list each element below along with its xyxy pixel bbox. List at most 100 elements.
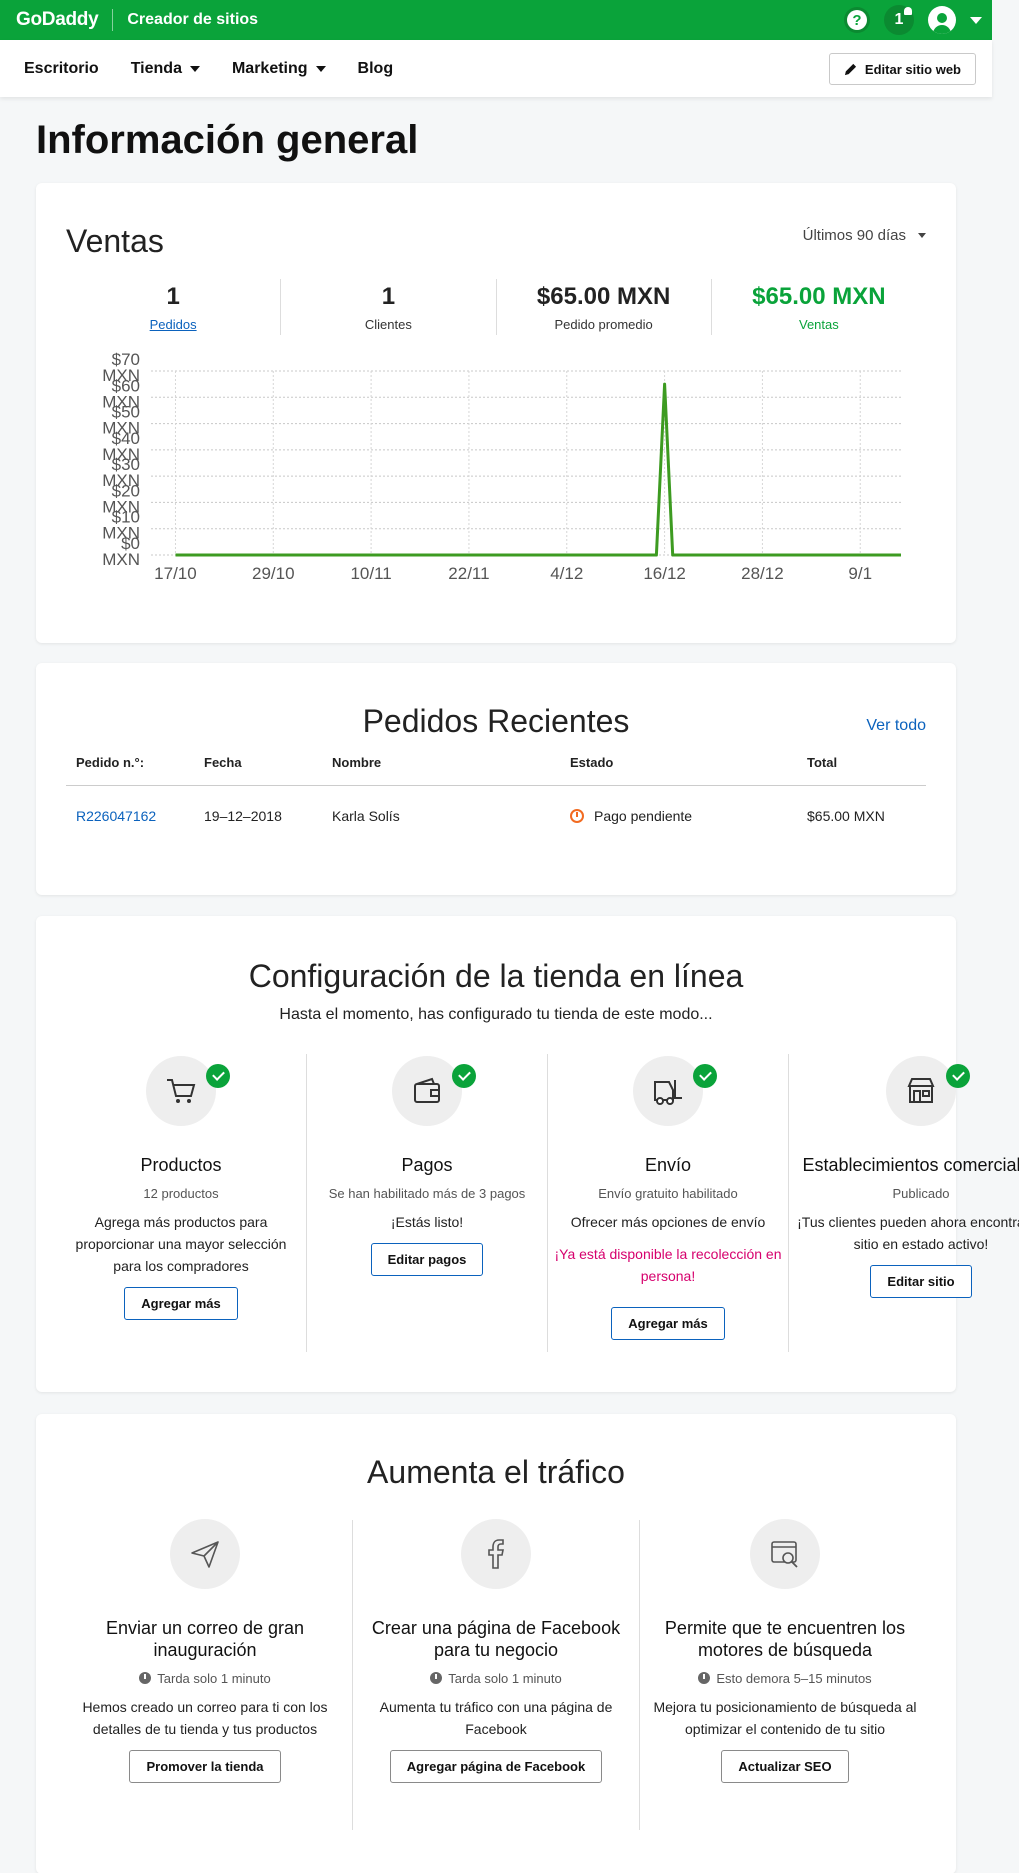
setup-meta: Se han habilitado más de 3 pagos	[328, 1186, 526, 1201]
clock-icon	[139, 1672, 152, 1684]
traffic-item-desc: Mejora tu posicionamiento de búsqueda al…	[653, 1699, 917, 1737]
order-name: Karla Solís	[332, 808, 400, 825]
column-divider	[306, 1054, 307, 1352]
recent-orders-title: Pedidos Recientes	[362, 703, 630, 739]
notifications-button[interactable]: 1	[884, 5, 914, 35]
bell-icon	[904, 7, 912, 15]
traffic-email: Enviar un correo de gran inauguración Ta…	[72, 1519, 338, 1783]
x-tick-label: 22/11	[448, 564, 489, 583]
stat-orders: 1 Pedidos	[66, 279, 280, 335]
traffic-card: Aumenta el tráfico Enviar un correo de g…	[36, 1414, 956, 1873]
store-setup-card: Configuración de la tienda en línea Hast…	[36, 916, 1019, 1392]
traffic-time-label: Tarda solo 1 minuto	[157, 1671, 271, 1686]
sales-card: Ventas Últimos 90 días 1 Pedidos 1 Clien…	[36, 183, 956, 643]
traffic-item-title: Crear una página de Facebook para tu neg…	[371, 1618, 621, 1660]
setup-meta: 12 productos	[143, 1186, 219, 1201]
traffic-item-desc: Aumenta tu tráfico con una página de Fac…	[379, 1699, 613, 1737]
chevron-down-icon	[918, 233, 926, 238]
column-header: Nombre	[322, 755, 560, 786]
traffic-item-title: Permite que te encuentren los motores de…	[664, 1618, 906, 1660]
order-status: Pago pendiente	[560, 785, 797, 847]
product-name: Creador de sitios	[127, 11, 259, 28]
promote-store-button[interactable]: Promover la tienda	[129, 1750, 281, 1783]
add-more-products-button[interactable]: Agregar más	[124, 1287, 238, 1320]
pencil-icon	[844, 63, 856, 75]
order-status-wrap: Pago pendiente	[570, 808, 787, 824]
setup-desc: Ofrecer más opciones de envío	[570, 1214, 766, 1230]
date-range-select[interactable]: Últimos 90 días	[803, 227, 926, 244]
column-header: Estado	[560, 755, 797, 786]
storefront-icon	[886, 1056, 970, 1126]
nav-item-blog[interactable]: Blog	[358, 60, 394, 78]
setup-title: Envío	[644, 1155, 692, 1175]
chevron-down-icon[interactable]	[970, 16, 982, 24]
sales-title: Ventas	[66, 223, 164, 259]
setup-storefront: Establecimientos comerciales Publicado ¡…	[796, 1056, 1019, 1298]
x-tick-label: 10/11	[350, 564, 391, 583]
edit-website-button[interactable]: Editar sitio web	[828, 53, 976, 85]
traffic-title: Aumenta el tráfico	[367, 1454, 625, 1490]
facebook-icon-glyph	[488, 1539, 504, 1569]
column-divider	[639, 1520, 640, 1830]
nav-item-marketing[interactable]: Marketing	[232, 60, 326, 78]
truck-icon-glyph	[654, 1080, 682, 1105]
nav-item-label: Escritorio	[24, 59, 99, 77]
chevron-down-icon	[189, 65, 200, 72]
orders-link[interactable]: Pedidos	[66, 317, 280, 332]
seo-search-icon-glyph	[771, 1541, 798, 1568]
setup-title: Establecimientos comerciales	[802, 1155, 1019, 1175]
update-seo-button[interactable]: Actualizar SEO	[721, 1750, 849, 1783]
paper-plane-icon	[170, 1519, 240, 1589]
edit-payments-button[interactable]: Editar pagos	[370, 1243, 484, 1276]
nav-item-tienda[interactable]: Tienda	[131, 60, 200, 78]
notification-count: 1	[894, 11, 904, 28]
help-button[interactable]: ?	[844, 7, 870, 33]
check-icon	[206, 1064, 230, 1088]
page-title: Información general	[36, 118, 419, 162]
setup-desc: Agrega más productos para proporcionar u…	[75, 1214, 287, 1274]
order-status-label: Pago pendiente	[594, 808, 693, 825]
traffic-facebook: Crear una página de Facebook para tu neg…	[366, 1519, 626, 1783]
setup-payments: Pagos Se han habilitado más de 3 pagos ¡…	[313, 1056, 541, 1276]
add-more-shipping-button[interactable]: Agregar más	[611, 1307, 725, 1340]
table-row[interactable]: R226047162 19–12–2018 Karla Solís Pago p…	[66, 785, 926, 847]
user-icon[interactable]	[928, 6, 956, 34]
check-icon	[452, 1064, 476, 1088]
see-all-link[interactable]: Ver todo	[866, 717, 926, 735]
nav-item-escritorio[interactable]: Escritorio	[24, 60, 99, 78]
brand-divider	[112, 9, 114, 31]
godaddy-logo[interactable]: GoDaddy	[16, 9, 99, 31]
setup-title: Productos	[140, 1155, 222, 1175]
truck-icon	[633, 1056, 717, 1126]
wallet-icon	[392, 1056, 476, 1126]
cart-icon-glyph	[167, 1079, 196, 1103]
stat-value: 1	[381, 283, 396, 310]
order-id-link[interactable]: R226047162	[66, 785, 194, 847]
facebook-icon	[461, 1519, 531, 1589]
stat-sales: $65.00 MXN Ventas	[710, 279, 926, 335]
question-icon: ?	[847, 10, 867, 30]
store-setup-subtitle: Hasta el momento, has configurado tu tie…	[279, 1006, 713, 1023]
wallet-icon-glyph	[414, 1077, 440, 1103]
orders-table: Pedido n.°: Fecha Nombre Estado Total R2…	[66, 755, 926, 847]
paper-plane-icon-glyph	[191, 1541, 219, 1568]
edit-site-button[interactable]: Editar sitio	[870, 1265, 972, 1298]
nav-item-label: Tienda	[130, 59, 182, 77]
date-range-value: Últimos 90 días	[802, 227, 906, 244]
column-divider	[352, 1520, 353, 1830]
clock-icon	[698, 1672, 711, 1684]
column-divider	[547, 1054, 548, 1352]
stat-label: Clientes	[364, 317, 412, 332]
x-tick-label: 4/12	[550, 564, 583, 583]
x-tick-label: 29/10	[252, 564, 295, 583]
cart-icon	[146, 1056, 230, 1126]
column-header: Pedido n.°:	[66, 755, 194, 786]
add-facebook-page-button[interactable]: Agregar página de Facebook	[389, 1750, 603, 1783]
table-header-row: Pedido n.°: Fecha Nombre Estado Total	[66, 755, 926, 786]
setup-desc: ¡Tus clientes pueden ahora encontrar tu …	[797, 1214, 1019, 1252]
chevron-down-icon	[315, 65, 326, 72]
traffic-item-title: Enviar un correo de gran inauguración	[105, 1618, 305, 1660]
traffic-seo: Permite que te encuentren los motores de…	[653, 1519, 917, 1783]
top-bar: GoDaddy Creador de sitios ? 1	[0, 0, 992, 40]
setup-meta: Publicado	[892, 1186, 950, 1201]
